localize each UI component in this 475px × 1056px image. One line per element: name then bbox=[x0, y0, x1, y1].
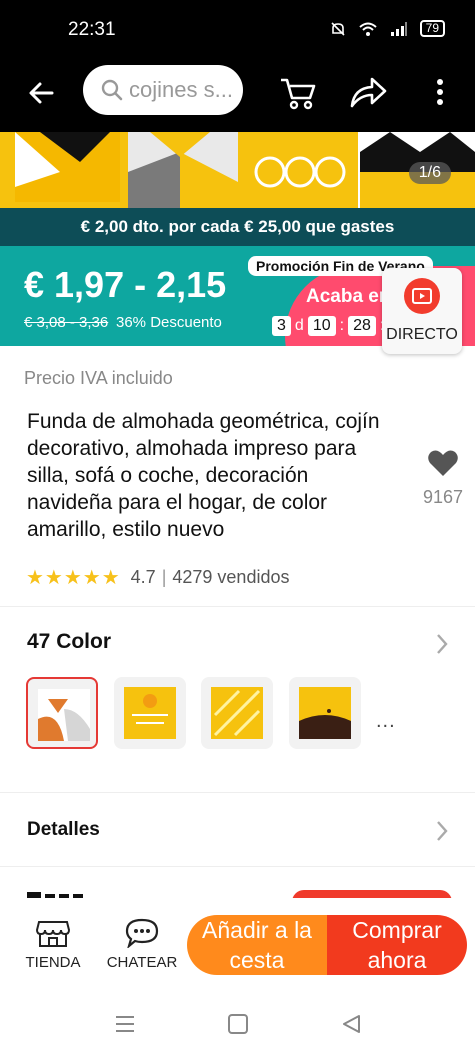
product-image-gallery[interactable] bbox=[0, 132, 475, 208]
home-icon[interactable] bbox=[227, 1013, 249, 1035]
recent-apps-icon[interactable] bbox=[114, 1014, 136, 1034]
top-bar: cojines s... bbox=[0, 60, 475, 132]
countdown-separator: : bbox=[339, 317, 345, 334]
add-to-cart-button[interactable]: Añadir a la cesta bbox=[187, 915, 327, 975]
rating-stars-icon: ★★★★★ bbox=[26, 567, 121, 589]
cart-icon[interactable] bbox=[278, 72, 318, 112]
status-time: 22:31 bbox=[68, 19, 116, 40]
system-back-icon[interactable] bbox=[340, 1013, 362, 1035]
vat-note: Precio IVA incluido bbox=[24, 368, 173, 388]
discount-percent: 36% Descuento bbox=[116, 314, 222, 331]
more-variants-button[interactable]: ... bbox=[376, 710, 396, 733]
divider bbox=[0, 792, 475, 793]
wishlist-count: 9167 bbox=[422, 487, 464, 507]
chat-icon bbox=[125, 918, 159, 948]
status-icons: 79 bbox=[330, 20, 445, 37]
product-title: Funda de almohada geométrica, cojín deco… bbox=[27, 410, 380, 541]
divider bbox=[0, 606, 475, 607]
image-page-indicator: 1/6 bbox=[408, 162, 451, 184]
share-icon[interactable] bbox=[348, 74, 388, 110]
chevron-right-icon[interactable] bbox=[435, 632, 449, 656]
more-options-icon[interactable] bbox=[430, 74, 450, 110]
details-section-title[interactable]: Detalles bbox=[27, 819, 100, 841]
store-icon bbox=[36, 921, 70, 947]
rating-row[interactable]: ★★★★★ 4.7 | 4279 vendidos bbox=[26, 565, 289, 590]
original-price: € 3,08 - 3,36 bbox=[24, 314, 109, 331]
wishlist-button[interactable]: 9167 bbox=[418, 448, 468, 508]
buy-now-button[interactable]: Comprar ahora bbox=[327, 915, 467, 975]
countdown-days-unit: d bbox=[294, 317, 304, 334]
countdown-minutes: 28 bbox=[348, 316, 376, 336]
color-swatch[interactable] bbox=[289, 677, 361, 749]
color-swatch[interactable] bbox=[114, 677, 186, 749]
rating-separator: | bbox=[161, 567, 167, 587]
price-range: € 1,97 - 2,15 bbox=[24, 264, 227, 305]
store-label: TIENDA bbox=[25, 954, 81, 971]
chat-button[interactable]: CHATEAR bbox=[102, 918, 182, 971]
color-swatch[interactable] bbox=[26, 677, 98, 749]
search-icon bbox=[101, 79, 123, 101]
live-stream-button[interactable]: DIRECTO bbox=[382, 268, 462, 354]
signal-icon bbox=[390, 21, 407, 36]
divider bbox=[0, 866, 475, 867]
countdown-hours: 10 bbox=[307, 316, 336, 336]
status-bar: 22:31 79 bbox=[0, 0, 475, 60]
battery-indicator: 79 bbox=[419, 20, 445, 37]
wifi-icon bbox=[358, 22, 377, 36]
product-image bbox=[0, 132, 475, 208]
rating-value: 4.7 bbox=[130, 567, 156, 587]
system-navigation-bar bbox=[0, 998, 475, 1056]
store-button[interactable]: TIENDA bbox=[13, 918, 93, 971]
back-arrow-icon[interactable] bbox=[24, 76, 58, 110]
coupon-banner[interactable]: € 2,00 dto. por cada € 25,00 que gastes bbox=[0, 208, 475, 246]
chat-label: CHATEAR bbox=[106, 954, 178, 971]
heart-icon bbox=[428, 450, 458, 476]
search-placeholder: cojines s... bbox=[129, 77, 233, 102]
variant-title[interactable]: 47 Color bbox=[27, 630, 111, 654]
mute-icon bbox=[331, 21, 345, 36]
ends-in-label: Acaba en bbox=[306, 286, 391, 307]
sold-count: 4279 vendidos bbox=[172, 567, 290, 587]
countdown-days: 3 bbox=[272, 316, 291, 336]
search-input[interactable]: cojines s... bbox=[83, 65, 243, 115]
color-swatch[interactable] bbox=[201, 677, 273, 749]
chevron-right-icon[interactable] bbox=[435, 819, 449, 843]
live-tv-icon bbox=[404, 278, 440, 314]
live-label: DIRECTO bbox=[386, 326, 458, 343]
